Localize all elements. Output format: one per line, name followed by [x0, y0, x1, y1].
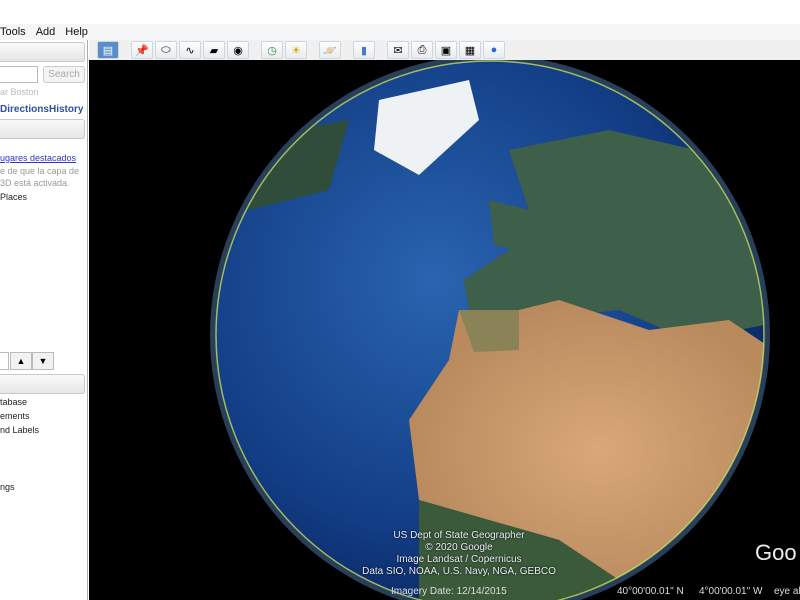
google-logo: Goo [755, 540, 797, 565]
longitude: 4°00'00.01" W [699, 586, 763, 597]
layer-item[interactable]: nd Labels [0, 425, 39, 435]
sidebar-toggle-icon[interactable]: ▤ [97, 41, 119, 59]
placemark-icon[interactable]: 📌 [131, 41, 153, 59]
sidebar: Search ar Boston Directions History ugar… [0, 40, 88, 600]
places-note: e de que la capa de [0, 166, 80, 176]
menu-tools[interactable]: Tools [0, 26, 26, 38]
toolbar: ▤ 📌 ⬭ ∿ ▰ ◉ ◷ ☀ 🪐 ▮ ✉ ⎙ ▣ ▦ ● [89, 40, 800, 60]
attribution-line: US Dept of State Geographer [393, 530, 525, 541]
attribution-line: Data SIO, NOAA, U.S. Navy, NGA, GEBCO [362, 566, 556, 577]
path-icon[interactable]: ∿ [179, 41, 201, 59]
ruler-icon[interactable]: ▮ [353, 41, 375, 59]
menu-help[interactable]: Help [65, 26, 88, 38]
email-icon[interactable]: ✉ [387, 41, 409, 59]
places-note-2: 3D está activada. [0, 178, 70, 188]
search-panel-header[interactable] [0, 42, 85, 62]
record-tour-icon[interactable]: ◉ [227, 41, 249, 59]
search-hint: ar Boston [0, 87, 39, 97]
move-up-button[interactable]: ▲ [10, 352, 32, 370]
menu-add[interactable]: Add [36, 26, 56, 38]
layer-item[interactable]: ngs [0, 482, 15, 492]
polygon-icon[interactable]: ⬭ [155, 41, 177, 59]
tab-history[interactable]: History [49, 104, 83, 115]
layer-item[interactable]: tabase [0, 397, 27, 407]
featured-places-link[interactable]: ugares destacados [0, 153, 76, 163]
my-places-item[interactable]: Places [0, 192, 27, 202]
historical-imagery-icon[interactable]: ◷ [261, 41, 283, 59]
search-input[interactable] [0, 66, 38, 83]
print-icon[interactable]: ⎙ [411, 41, 433, 59]
earth-icon[interactable]: ● [483, 41, 505, 59]
places-filter-input[interactable] [0, 352, 9, 370]
search-button[interactable]: Search [43, 66, 85, 83]
menu-bar: Tools Add Help [0, 24, 800, 40]
latitude: 40°00'00.01" N [617, 586, 684, 597]
imagery-date: Imagery Date: 12/14/2015 [391, 586, 507, 597]
title-bar [0, 0, 800, 24]
attribution-line: © 2020 Google [425, 542, 493, 553]
layer-item[interactable]: ements [0, 411, 30, 421]
tab-directions[interactable]: Directions [0, 104, 49, 115]
globe [210, 60, 770, 600]
status-bar: Imagery Date: 12/14/2015 40°00'00.01" N … [89, 584, 800, 600]
eye-altitude: eye alt [774, 586, 800, 597]
layers-header[interactable] [0, 374, 85, 394]
view-in-maps-icon[interactable]: ▦ [459, 41, 481, 59]
places-header[interactable] [0, 119, 85, 139]
planets-icon[interactable]: 🪐 [319, 41, 341, 59]
save-image-icon[interactable]: ▣ [435, 41, 457, 59]
globe-view[interactable]: US Dept of State Geographer © 2020 Googl… [89, 60, 800, 600]
sun-icon[interactable]: ☀ [285, 41, 307, 59]
image-overlay-icon[interactable]: ▰ [203, 41, 225, 59]
move-down-button[interactable]: ▼ [32, 352, 54, 370]
attribution-line: Image Landsat / Copernicus [396, 554, 522, 565]
